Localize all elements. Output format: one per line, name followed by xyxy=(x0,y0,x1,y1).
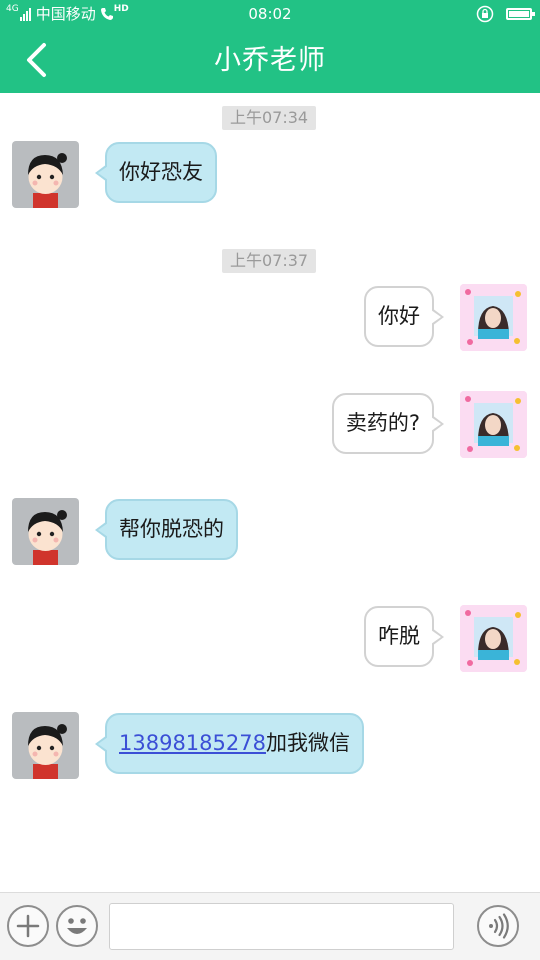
page-title: 小乔老师 xyxy=(214,45,326,76)
contact-avatar[interactable] xyxy=(12,498,79,565)
voice-button[interactable] xyxy=(477,905,519,947)
status-time: 08:02 xyxy=(248,5,292,23)
timestamp: 上午07:37 xyxy=(222,249,317,273)
phone-number-link[interactable]: 13898185278 xyxy=(119,731,266,755)
contact-avatar[interactable] xyxy=(12,141,79,208)
outgoing-message-bubble[interactable]: 咋脱 xyxy=(364,606,444,667)
outgoing-message-bubble[interactable]: 你好 xyxy=(364,286,444,347)
status-right xyxy=(476,0,535,28)
chat-area[interactable]: 上午07:34 你好恐友 上午07:37 你好 卖药的? 帮你脱恐的 咋脱 13… xyxy=(0,93,540,892)
input-bar xyxy=(0,892,540,960)
message-text: 加我微信 xyxy=(265,731,350,755)
rotation-lock-icon xyxy=(476,5,494,23)
battery-icon xyxy=(506,8,535,20)
plus-icon xyxy=(16,914,40,938)
message-input[interactable] xyxy=(109,903,454,950)
contact-avatar[interactable] xyxy=(12,712,79,779)
emoji-button[interactable] xyxy=(56,905,98,947)
outgoing-message-bubble[interactable]: 卖药的? xyxy=(331,393,445,454)
nav-bar: 小乔老师 xyxy=(0,28,540,93)
incoming-message-bubble[interactable]: 13898185278加我微信 xyxy=(95,713,364,774)
my-avatar[interactable] xyxy=(460,284,527,351)
incoming-message-bubble[interactable]: 你好恐友 xyxy=(95,142,217,203)
smiley-icon xyxy=(67,918,87,934)
my-avatar[interactable] xyxy=(460,605,527,672)
voice-wave-icon xyxy=(489,913,509,939)
incoming-message-bubble[interactable]: 帮你脱恐的 xyxy=(95,499,238,560)
top-bar: 4G 中国移动 HD 08:02 小乔老师 xyxy=(0,0,540,93)
status-bar: 4G 中国移动 HD 08:02 xyxy=(0,0,540,28)
my-avatar[interactable] xyxy=(460,391,527,458)
add-button[interactable] xyxy=(7,905,49,947)
timestamp: 上午07:34 xyxy=(222,106,317,130)
